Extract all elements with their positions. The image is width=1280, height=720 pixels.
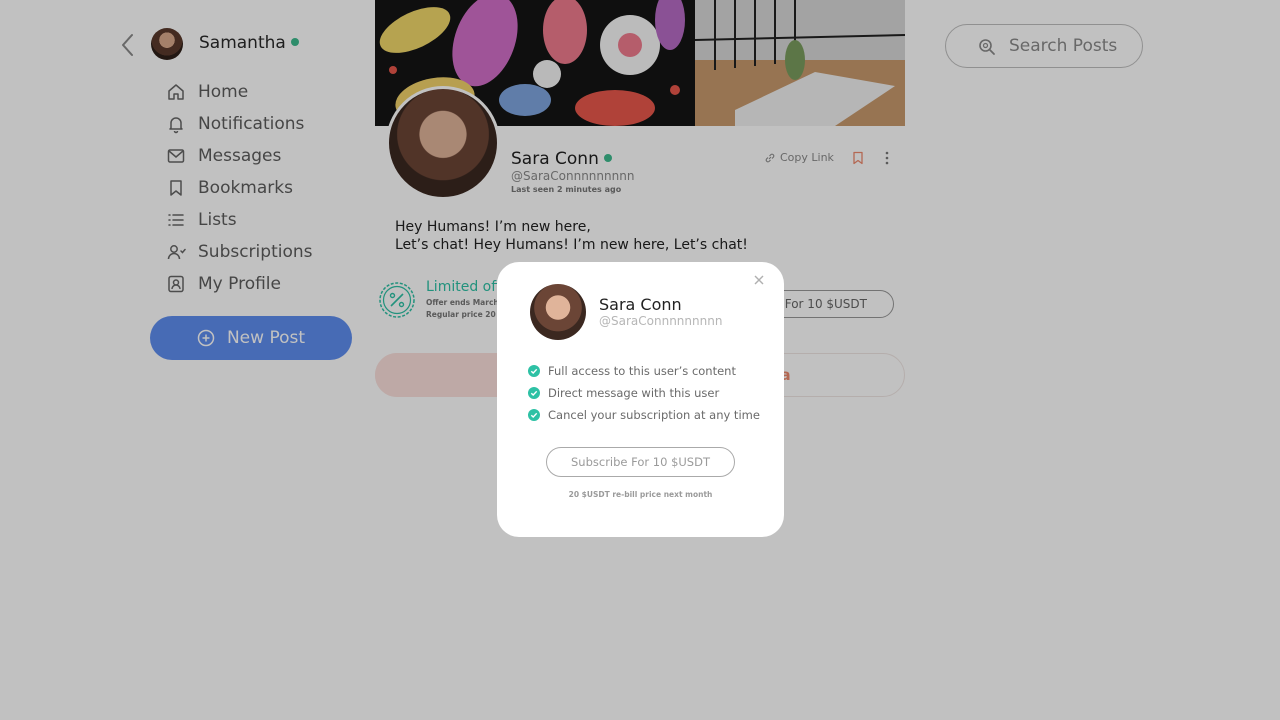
benefit-item: Full access to this user’s content	[528, 360, 760, 382]
subscribe-modal: Sara Conn @SaraConnnnnnnnn Full access t…	[497, 262, 784, 537]
rebill-note: 20 $USDT re-bill price next month	[568, 490, 713, 499]
benefit-item: Cancel your subscription at any time	[528, 404, 760, 426]
check-circle-icon	[528, 387, 540, 399]
modal-avatar	[530, 284, 586, 340]
modal-user-name: Sara Conn	[599, 295, 682, 314]
modal-user-handle: @SaraConnnnnnnnn	[599, 314, 723, 328]
close-icon[interactable]	[753, 274, 765, 286]
check-circle-icon	[528, 409, 540, 421]
benefit-text: Cancel your subscription at any time	[548, 408, 760, 422]
benefit-text: Direct message with this user	[548, 386, 720, 400]
subscribe-button-label: Subscribe For 10 $USDT	[571, 455, 710, 469]
benefits-list: Full access to this user’s content Direc…	[528, 360, 760, 426]
check-circle-icon	[528, 365, 540, 377]
benefit-item: Direct message with this user	[528, 382, 760, 404]
subscribe-button[interactable]: Subscribe For 10 $USDT	[546, 447, 735, 477]
benefit-text: Full access to this user’s content	[548, 364, 736, 378]
